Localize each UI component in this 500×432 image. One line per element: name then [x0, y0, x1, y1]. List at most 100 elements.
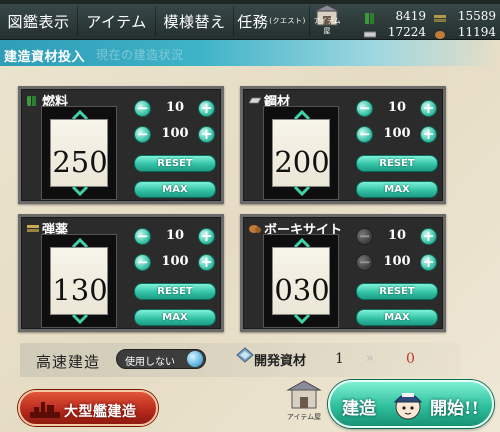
resource-value: 200 [274, 145, 330, 179]
max-button[interactable]: MAX [134, 309, 216, 326]
step-large-row: − 100 + [134, 125, 216, 145]
chevron-down-icon[interactable] [293, 185, 311, 197]
minus-button[interactable]: − [134, 228, 151, 245]
step-small-row: − 10 + [134, 227, 216, 247]
start-build-label-left: 建造 [342, 399, 376, 419]
step-large-value: 100 [383, 126, 411, 141]
plus-button[interactable]: + [198, 228, 215, 245]
step-small-value: 10 [165, 100, 185, 115]
dev-material-icon [236, 347, 254, 363]
toggle-knob [187, 351, 203, 367]
ammo-count: 15589 [457, 9, 496, 23]
start-build-button[interactable]: 建造 開始!! [328, 380, 494, 428]
plus-button[interactable]: + [420, 100, 437, 117]
speed-build-label: 高速建造 [36, 353, 101, 371]
item-shop-button[interactable]: アイテム屋 [310, 4, 344, 36]
tab-picture-book[interactable]: 図鑑表示 [0, 6, 78, 36]
chevron-down-icon[interactable] [71, 185, 89, 197]
large-ship-build-button[interactable]: 大型艦建造 [18, 390, 158, 426]
item-shop-label: アイテム屋 [286, 413, 322, 421]
step-large-row: − 100 + [134, 253, 216, 273]
reset-button[interactable]: RESET [134, 155, 216, 172]
step-small-value: 10 [387, 228, 407, 243]
minus-button[interactable]: − [356, 100, 373, 117]
page-subtitle[interactable]: 現在の建造状況 [96, 46, 184, 63]
minus-button[interactable]: − [356, 126, 373, 143]
step-small-row: − 10 + [356, 99, 438, 119]
arrow-right-icon: » [366, 351, 374, 366]
item-shop-button-bottom[interactable]: アイテム屋 [284, 378, 324, 422]
dev-material-label: 開発資材 [254, 354, 307, 369]
resource-panel-bauxite: ボーキサイト 030 − 10 + − 100 + RESET MAX [240, 214, 446, 332]
resource-panel-fuel: 燃料 250 − 10 + − 100 + RESET MAX [18, 86, 224, 204]
counter: 030 [263, 234, 339, 328]
max-button[interactable]: MAX [356, 309, 438, 326]
dev-material-current: 1 [335, 351, 344, 367]
tab-label: 任務 [237, 12, 269, 31]
page-title: 建造資材投入 [4, 50, 86, 65]
step-small-row: − 10 + [356, 227, 438, 247]
reset-button[interactable]: RESET [356, 155, 438, 172]
item-shop-icon [286, 380, 322, 409]
start-build-label-right: 開始!! [430, 399, 479, 419]
bauxite-icon [249, 224, 261, 233]
tab-label: 図鑑表示 [7, 12, 70, 31]
fuel-icon [27, 95, 36, 106]
step-large-value: 100 [161, 254, 189, 269]
plus-button[interactable]: + [198, 126, 215, 143]
plus-button[interactable]: + [420, 254, 437, 271]
minus-button[interactable]: − [134, 254, 151, 271]
resource-value: 250 [52, 145, 108, 179]
tab-items[interactable]: アイテム [78, 6, 156, 36]
dev-material-after: 0 [406, 351, 415, 367]
plus-button[interactable]: + [420, 228, 437, 245]
large-build-label: 大型艦建造 [64, 404, 137, 420]
counter: 200 [263, 106, 339, 200]
top-menu-bar: 図鑑表示 アイテム 模様替え 任務 (クエスト) アイテム屋 8419 15589… [0, 0, 500, 40]
tab-label: 模様替え [163, 12, 226, 31]
reset-button[interactable]: RESET [356, 283, 438, 300]
ammo-icon [434, 9, 446, 22]
step-small-row: − 10 + [134, 99, 216, 119]
counter: 250 [41, 106, 117, 200]
resource-panel-steel: 鋼材 200 − 10 + − 100 + RESET MAX [240, 86, 446, 204]
item-shop-label: アイテム屋 [313, 17, 341, 35]
step-large-value: 100 [383, 254, 411, 269]
value-display: 130 [50, 247, 108, 315]
minus-button: − [356, 254, 373, 271]
value-display: 200 [272, 119, 330, 187]
step-large-row: − 100 + [356, 125, 438, 145]
steel-icon [249, 97, 261, 103]
top-strip [0, 0, 500, 4]
value-display: 250 [50, 119, 108, 187]
minus-button[interactable]: − [134, 100, 151, 117]
step-small-value: 10 [165, 228, 185, 243]
resource-value: 030 [274, 273, 330, 307]
max-button[interactable]: MAX [356, 181, 438, 198]
tab-label-suffix: (クエスト) [269, 17, 306, 25]
step-large-row: − 100 + [356, 253, 438, 273]
plus-button[interactable]: + [198, 100, 215, 117]
minus-button: − [356, 228, 373, 245]
plus-button[interactable]: + [198, 254, 215, 271]
chevron-down-icon[interactable] [293, 313, 311, 325]
resource-panel-ammo: 弾薬 130 − 10 + − 100 + RESET MAX [18, 214, 224, 332]
speed-build-toggle[interactable]: 使用しない [116, 349, 206, 369]
max-button[interactable]: MAX [134, 181, 216, 198]
step-small-value: 10 [387, 100, 407, 115]
tab-label: アイテム [86, 12, 147, 31]
minus-button[interactable]: − [134, 126, 151, 143]
tab-quests[interactable]: 任務 (クエスト) [234, 6, 310, 36]
steel-count: 17224 [387, 25, 426, 39]
tab-furniture[interactable]: 模様替え [156, 6, 234, 36]
bauxite-count: 11194 [457, 25, 496, 39]
fuel-icon [364, 9, 376, 24]
steel-icon [363, 25, 377, 38]
value-display: 030 [272, 247, 330, 315]
reset-button[interactable]: RESET [134, 283, 216, 300]
chevron-down-icon[interactable] [71, 313, 89, 325]
fuel-count: 8419 [395, 9, 426, 23]
plus-button[interactable]: + [420, 126, 437, 143]
resource-value: 130 [52, 273, 108, 307]
bauxite-icon [434, 25, 446, 39]
